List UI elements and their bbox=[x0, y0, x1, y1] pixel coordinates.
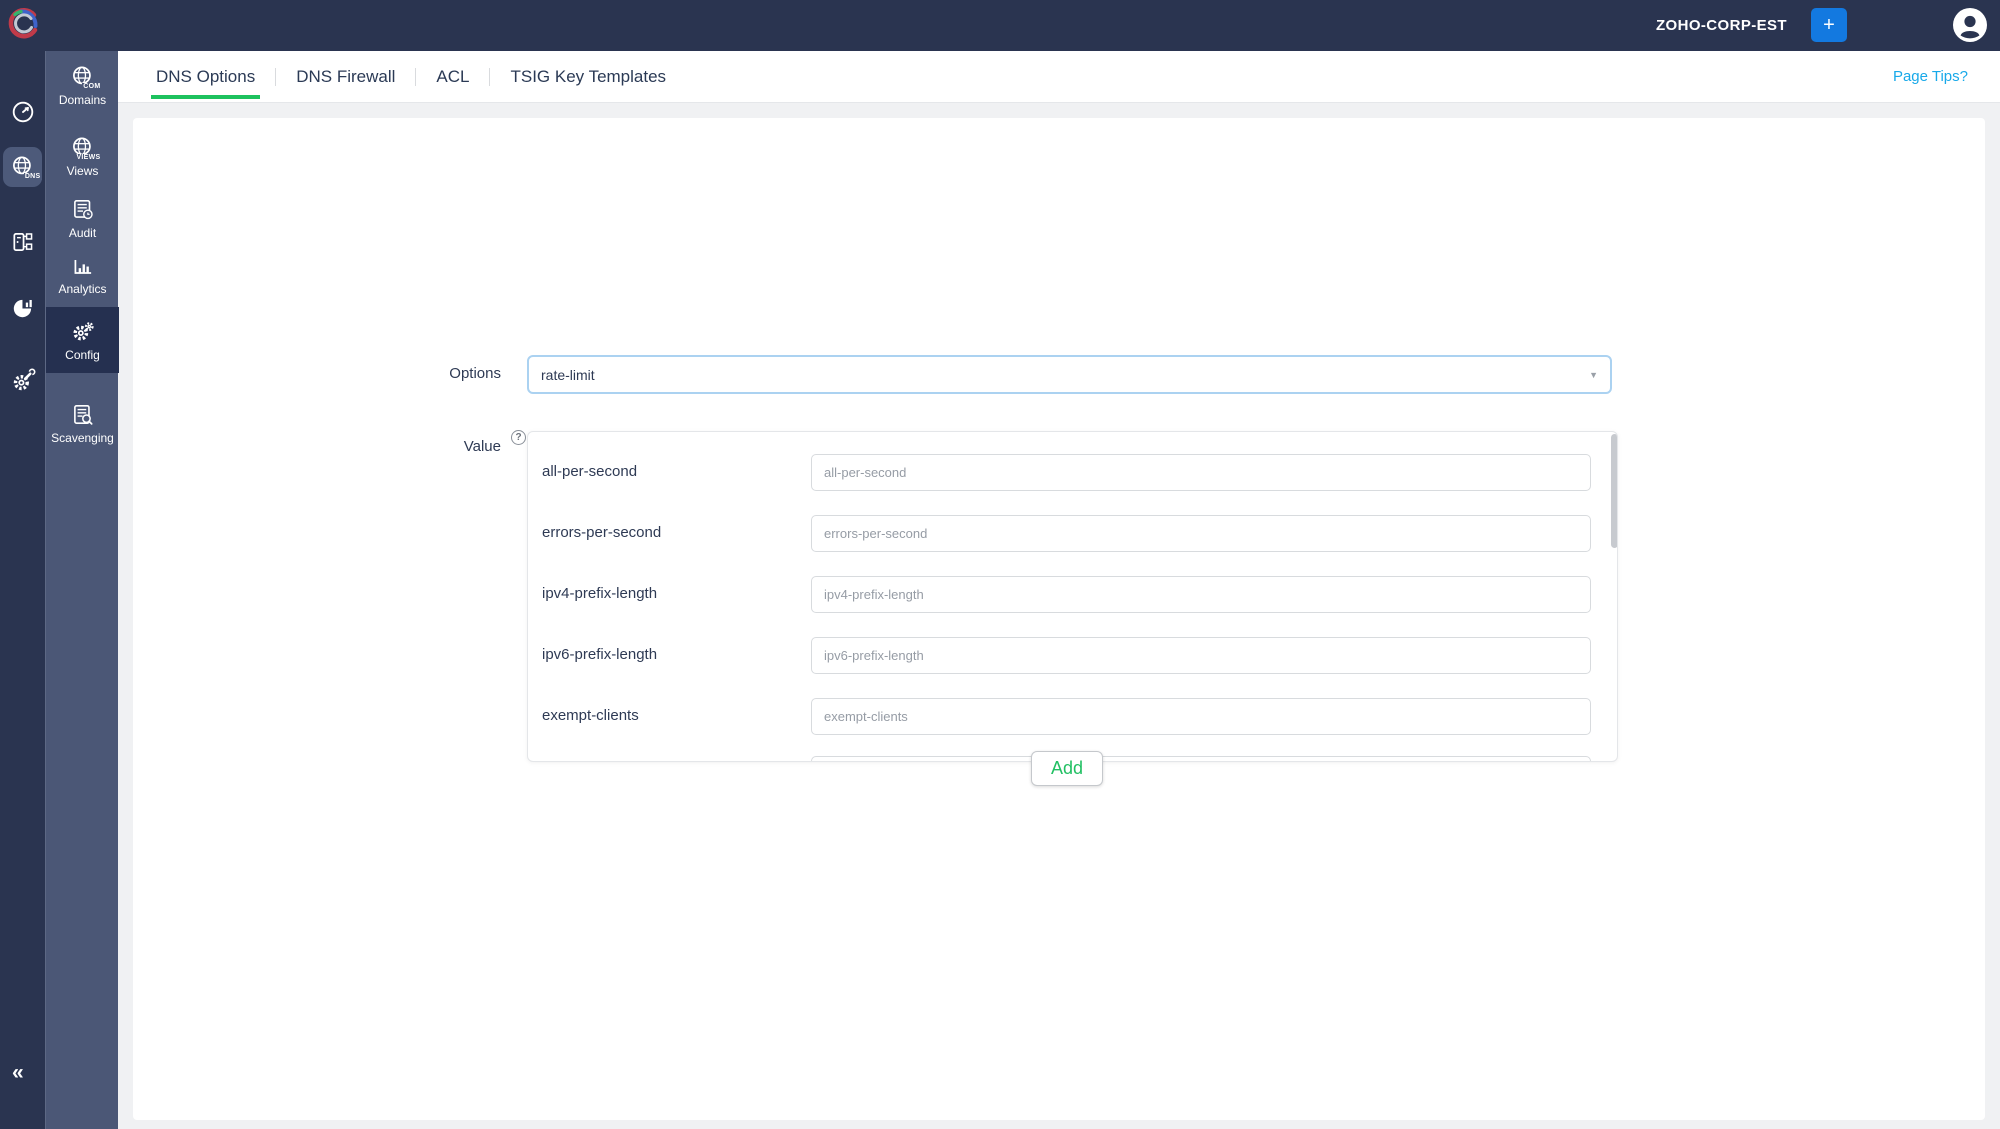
tab-bar: DNS Options DNS Firewall ACL TSIG Key Te… bbox=[118, 51, 2000, 103]
sidebar-item-label: Analytics bbox=[58, 282, 107, 296]
globe-views-badge: VIEWS bbox=[75, 154, 102, 161]
tab-dns-firewall[interactable]: DNS Firewall bbox=[276, 51, 415, 103]
organization-name: ZOHO-CORP-EST bbox=[1655, 17, 1787, 34]
field-input-all-per-second[interactable] bbox=[811, 454, 1591, 491]
sidebar-item-label: Audit bbox=[68, 226, 97, 240]
document-clock-icon bbox=[70, 197, 96, 223]
gear-wrench-icon[interactable] bbox=[10, 368, 36, 394]
pie-chart-icon[interactable] bbox=[10, 295, 36, 321]
field-label-ipv4-prefix-length: ipv4-prefix-length bbox=[542, 585, 658, 602]
user-avatar[interactable] bbox=[1953, 8, 1987, 42]
app-root: ZOHO-CORP-EST + DNS « COM Domains VIEWS … bbox=[0, 0, 2000, 1129]
sidebar-item-label: Scavenging bbox=[51, 431, 114, 445]
options-select-value: rate-limit bbox=[541, 366, 595, 383]
sidebar-item-label: Domains bbox=[58, 93, 107, 107]
sidebar-collapse-button[interactable]: « bbox=[12, 1061, 24, 1085]
chevron-down-icon: ▼ bbox=[1589, 369, 1598, 380]
field-input-ipv4-prefix-length[interactable] bbox=[811, 576, 1591, 613]
sidebar-item-analytics[interactable]: Analytics bbox=[46, 253, 119, 296]
help-icon[interactable]: ? bbox=[511, 430, 526, 445]
add-button-header[interactable]: + bbox=[1811, 8, 1847, 42]
speedometer-icon[interactable] bbox=[10, 99, 36, 125]
bar-chart-icon bbox=[70, 253, 96, 279]
main-content: DNS Options DNS Firewall ACL TSIG Key Te… bbox=[118, 51, 2000, 1129]
dns-globe-badge: DNS bbox=[23, 173, 42, 180]
panel-scrollbar-thumb[interactable] bbox=[1611, 434, 1617, 548]
tab-dns-options[interactable]: DNS Options bbox=[136, 51, 275, 103]
field-input-ipv6-prefix-length[interactable] bbox=[811, 637, 1591, 674]
field-label-exempt-clients: exempt-clients bbox=[542, 707, 639, 724]
sidebar-item-scavenging[interactable]: Scavenging bbox=[46, 402, 119, 445]
globe-views-icon: VIEWS bbox=[70, 135, 102, 161]
field-label-ipv6-prefix-length: ipv6-prefix-length bbox=[542, 646, 658, 663]
tab-acl[interactable]: ACL bbox=[416, 51, 489, 103]
options-label: Options bbox=[449, 365, 501, 382]
primary-sidebar: DNS « bbox=[0, 0, 45, 1129]
value-label: Value bbox=[463, 438, 501, 455]
app-logo-icon[interactable] bbox=[4, 6, 42, 44]
sidebar-item-config-selected[interactable]: Config bbox=[46, 307, 119, 373]
value-fields-panel: all-per-second errors-per-second ipv4-pr… bbox=[527, 431, 1618, 762]
tab-tsig-key-templates[interactable]: TSIG Key Templates bbox=[490, 51, 686, 103]
secondary-sidebar: COM Domains VIEWS Views Audit Analytics … bbox=[45, 51, 119, 1129]
sidebar-item-domains[interactable]: COM Domains bbox=[46, 64, 119, 107]
field-label-all-per-second: all-per-second bbox=[542, 463, 638, 480]
globe-com-icon: COM bbox=[70, 64, 102, 90]
field-input-errors-per-second[interactable] bbox=[811, 515, 1591, 552]
person-icon bbox=[1953, 8, 1987, 42]
field-input-next-partial[interactable] bbox=[811, 756, 1591, 761]
sidebar-item-label: Views bbox=[66, 164, 99, 178]
top-bar: ZOHO-CORP-EST + bbox=[0, 0, 2000, 51]
page-tips-link[interactable]: Page Tips? bbox=[1893, 68, 1968, 85]
sidebar-item-audit[interactable]: Audit bbox=[46, 197, 119, 240]
dns-options-panel: Options rate-limit ▼ Value ? all-per-sec… bbox=[133, 118, 1985, 1120]
add-value-button[interactable]: Add bbox=[1031, 751, 1103, 786]
dns-globe-icon: DNS bbox=[10, 154, 42, 180]
gears-icon bbox=[70, 319, 96, 345]
server-network-icon[interactable] bbox=[10, 229, 36, 255]
sidebar-item-label: Config bbox=[65, 347, 100, 362]
document-search-icon bbox=[70, 402, 96, 428]
dns-globe-icon-selected[interactable]: DNS bbox=[3, 147, 42, 187]
sidebar-item-views[interactable]: VIEWS Views bbox=[46, 135, 119, 178]
field-input-exempt-clients[interactable] bbox=[811, 698, 1591, 735]
field-label-errors-per-second: errors-per-second bbox=[542, 524, 662, 541]
globe-com-badge: COM bbox=[82, 83, 102, 90]
options-select[interactable]: rate-limit ▼ bbox=[527, 355, 1612, 394]
